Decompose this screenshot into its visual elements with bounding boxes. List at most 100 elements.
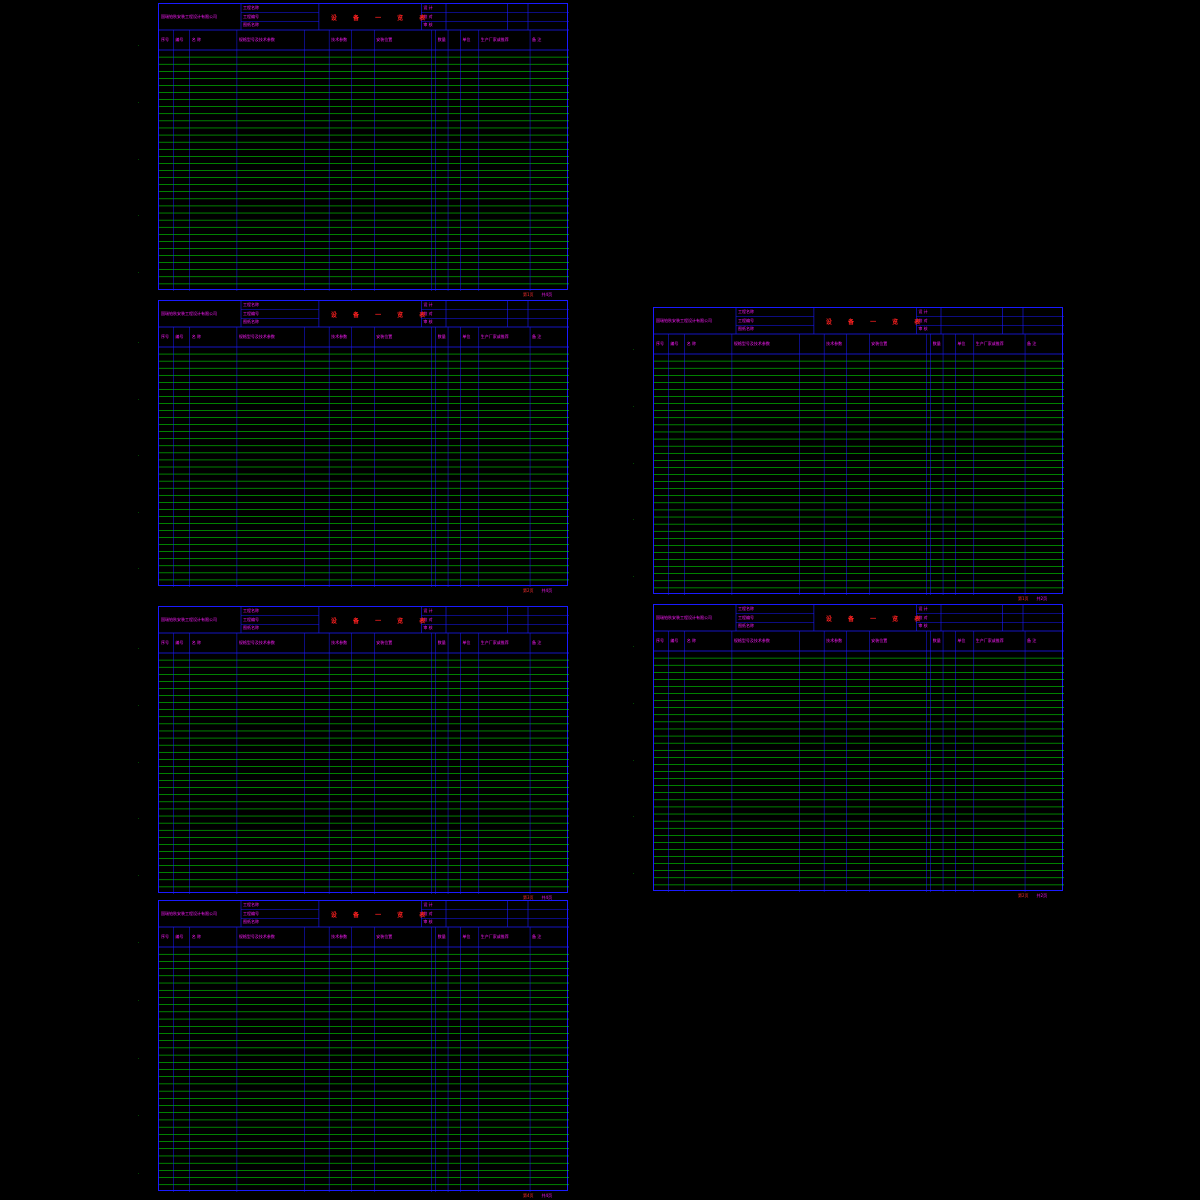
titleblock-label: 图纸名称 bbox=[738, 326, 754, 332]
column-header: 序号 bbox=[656, 638, 664, 643]
sheet-grid bbox=[654, 605, 1064, 892]
column-header: 生产厂家或推荐 bbox=[480, 37, 509, 42]
column-header: 单位 bbox=[957, 638, 966, 643]
column-header: 规格型号及技术参数 bbox=[238, 334, 275, 339]
column-header: 备 注 bbox=[532, 640, 542, 645]
column-header: 单位 bbox=[462, 37, 471, 42]
column-header: 生产厂家或推荐 bbox=[975, 341, 1004, 346]
margin-mark: · bbox=[138, 43, 140, 48]
equipment-sheet: 国瑞铂秋安装工程设计有限公司 工程名称 工程编号 图纸名称设 计校 对审 核设 备 一… bbox=[653, 604, 1064, 892]
column-header: 数量 bbox=[437, 37, 446, 42]
margin-mark: · bbox=[633, 574, 635, 579]
column-header: 序号 bbox=[161, 334, 169, 339]
titleblock-role: 审 核 bbox=[423, 625, 433, 631]
titleblock-label: 工程编号 bbox=[738, 614, 754, 620]
column-header: 生产厂家或推荐 bbox=[480, 334, 509, 339]
company-name: 国瑞铂秋安装工程设计有限公司 bbox=[161, 617, 217, 622]
margin-mark: · bbox=[633, 700, 635, 706]
column-header: 规格型号及技术参数 bbox=[238, 934, 275, 939]
margin-mark: · bbox=[138, 1113, 140, 1119]
page-number: 第1页 共2页 bbox=[1018, 596, 1047, 602]
margin-mark: · bbox=[138, 702, 140, 708]
column-header: 技术参数 bbox=[826, 341, 843, 346]
page-total: 共2页 bbox=[1036, 596, 1048, 601]
titleblock-label: 工程名称 bbox=[738, 309, 754, 314]
titleblock-role: 设 计 bbox=[423, 902, 433, 907]
titleblock-label: 工程名称 bbox=[243, 902, 259, 907]
sheet-title: 设 备 一 览 表 bbox=[825, 616, 928, 623]
page-number: 第2页 共2页 bbox=[1018, 893, 1047, 899]
column-header: 备 注 bbox=[532, 334, 542, 339]
titleblock-label: 工程编号 bbox=[738, 317, 754, 323]
margin-mark: · bbox=[633, 814, 635, 820]
titleblock-role: 审 核 bbox=[423, 319, 433, 325]
drawing-canvas: 国瑞铂秋安装工程设计有限公司 工程名称 工程编号 图纸名称设 计校 对审 核设 备 一… bbox=[0, 0, 1200, 1200]
margin-mark: · bbox=[138, 1171, 140, 1176]
column-header: 安装位置 bbox=[376, 640, 393, 645]
company-name: 国瑞铂秋安装工程设计有限公司 bbox=[656, 318, 712, 323]
column-header: 名 称 bbox=[686, 638, 697, 643]
column-header: 生产厂家或推荐 bbox=[975, 638, 1004, 643]
column-header: 名 称 bbox=[191, 37, 202, 42]
company-name: 国瑞铂秋安装工程设计有限公司 bbox=[161, 911, 217, 916]
column-header: 技术参数 bbox=[331, 334, 348, 339]
column-header: 备 注 bbox=[532, 934, 542, 939]
page-current: 第1页 bbox=[523, 292, 534, 297]
column-header: 安装位置 bbox=[871, 638, 888, 643]
column-header: 编号 bbox=[670, 341, 679, 346]
column-header: 编号 bbox=[175, 37, 184, 42]
column-header: 数量 bbox=[437, 934, 446, 939]
column-header: 备 注 bbox=[1027, 638, 1037, 643]
column-header: 数量 bbox=[437, 334, 446, 339]
sheet-title: 设 备 一 览 表 bbox=[330, 618, 433, 625]
titleblock-role: 设 计 bbox=[918, 309, 928, 314]
titleblock-label: 工程名称 bbox=[243, 302, 259, 307]
margin-mark: · bbox=[138, 270, 140, 275]
column-header: 单位 bbox=[462, 640, 471, 645]
equipment-sheet: 国瑞铂秋安装工程设计有限公司 工程名称 工程编号 图纸名称设 计校 对审 核设 备 一… bbox=[158, 900, 569, 1192]
column-header: 单位 bbox=[957, 341, 966, 346]
margin-mark: · bbox=[138, 340, 140, 345]
column-header: 序号 bbox=[161, 37, 169, 42]
equipment-sheet: 国瑞铂秋安装工程设计有限公司 工程名称 工程编号 图纸名称设 计校 对审 核设 备 一… bbox=[158, 3, 569, 291]
column-header: 安装位置 bbox=[871, 341, 888, 346]
column-header: 名 称 bbox=[686, 341, 697, 346]
titleblock-role: 设 计 bbox=[423, 608, 433, 613]
titleblock-role: 设 计 bbox=[423, 5, 433, 10]
titleblock-label: 工程编号 bbox=[243, 310, 259, 316]
column-header: 名 称 bbox=[191, 334, 202, 339]
column-header: 生产厂家或推荐 bbox=[480, 934, 509, 939]
equipment-sheet: 国瑞铂秋安装工程设计有限公司 工程名称 工程编号 图纸名称设 计校 对审 核设 备 一… bbox=[158, 300, 569, 587]
sheet-title: 设 备 一 览 表 bbox=[330, 15, 433, 22]
sheet-title: 设 备 一 览 表 bbox=[330, 912, 433, 919]
titleblock-role: 审 核 bbox=[918, 326, 928, 332]
sheet-grid bbox=[159, 301, 569, 587]
titleblock-label: 工程名称 bbox=[738, 606, 754, 611]
page-current: 第1页 bbox=[1018, 596, 1029, 601]
column-header: 备 注 bbox=[532, 37, 542, 42]
column-header: 技术参数 bbox=[826, 638, 843, 643]
page-number: 第2页 共4页 bbox=[523, 588, 552, 594]
sheet-title: 设 备 一 览 表 bbox=[825, 319, 928, 326]
page-current: 第2页 bbox=[1018, 893, 1029, 898]
margin-mark: · bbox=[138, 99, 140, 105]
sheet-grid bbox=[159, 901, 569, 1192]
column-header: 序号 bbox=[161, 640, 169, 645]
titleblock-role: 审 核 bbox=[423, 919, 433, 925]
column-header: 备 注 bbox=[1027, 341, 1037, 346]
margin-mark: · bbox=[138, 816, 140, 822]
margin-mark: · bbox=[138, 566, 140, 571]
margin-mark: · bbox=[138, 940, 140, 945]
column-header: 规格型号及技术参数 bbox=[238, 640, 275, 645]
column-header: 名 称 bbox=[191, 640, 202, 645]
titleblock-label: 工程名称 bbox=[243, 608, 259, 613]
margin-mark: · bbox=[633, 403, 635, 409]
titleblock-label: 工程名称 bbox=[243, 5, 259, 10]
sheet-grid bbox=[654, 308, 1064, 595]
page-current: 第4页 bbox=[523, 1193, 534, 1198]
titleblock-role: 审 核 bbox=[918, 623, 928, 629]
column-header: 编号 bbox=[175, 934, 184, 939]
column-header: 数量 bbox=[932, 638, 941, 643]
titleblock-label: 图纸名称 bbox=[243, 22, 259, 28]
margin-mark: · bbox=[138, 646, 140, 651]
